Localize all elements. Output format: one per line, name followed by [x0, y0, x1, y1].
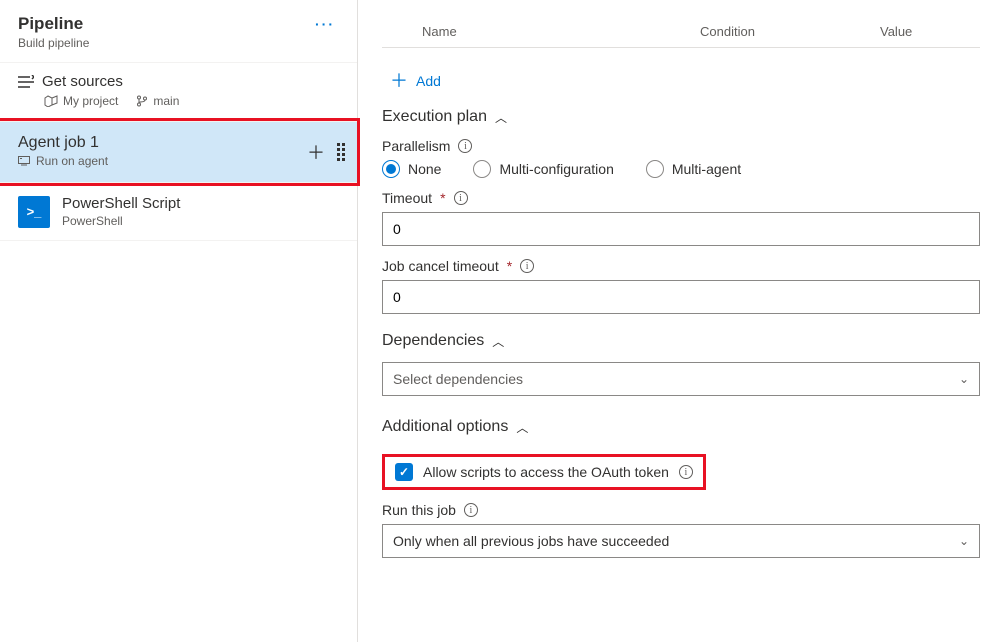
right-panel: Name Condition Value ＋ Add Execution pla…	[358, 0, 1004, 642]
parallelism-radio-group: None Multi-configuration Multi-agent	[382, 160, 980, 178]
task-row-powershell[interactable]: >_ PowerShell Script PowerShell	[0, 183, 357, 241]
branch-name: main	[153, 94, 179, 108]
radio-multi-configuration[interactable]: Multi-configuration	[473, 160, 613, 178]
col-value: Value	[880, 24, 980, 39]
project-name: My project	[63, 94, 118, 108]
get-sources-title: Get sources	[42, 73, 123, 90]
timeout-input[interactable]	[382, 212, 980, 246]
pipeline-title: Pipeline	[18, 14, 89, 34]
agent-job-row[interactable]: Agent job 1 Run on agent ＋	[0, 121, 357, 183]
project-icon	[44, 95, 58, 107]
project-meta: My project	[44, 94, 118, 108]
branch-icon	[136, 95, 148, 107]
radio-none[interactable]: None	[382, 160, 441, 178]
info-icon[interactable]: i	[679, 465, 693, 479]
parallelism-label: Parallelism i	[382, 138, 980, 154]
left-panel: Pipeline Build pipeline ··· Get sources …	[0, 0, 358, 642]
chevron-up-icon: ︿	[516, 419, 528, 436]
pipeline-subtitle: Build pipeline	[18, 36, 89, 50]
execution-plan-header[interactable]: Execution plan ︿	[382, 108, 980, 126]
chevron-up-icon: ︿	[492, 333, 504, 350]
info-icon[interactable]: i	[458, 139, 472, 153]
oauth-label: Allow scripts to access the OAuth token	[423, 464, 669, 480]
add-button[interactable]: ＋ Add	[390, 72, 980, 90]
agent-job-title: Agent job 1	[18, 134, 341, 152]
get-sources-row[interactable]: Get sources My project main	[0, 63, 357, 121]
col-name: Name	[382, 24, 700, 39]
info-icon[interactable]: i	[520, 259, 534, 273]
timeout-label: Timeout* i	[382, 190, 980, 206]
branch-meta: main	[136, 94, 179, 108]
chevron-down-icon: ⌄	[959, 372, 969, 386]
add-task-button[interactable]: ＋	[307, 139, 325, 165]
task-subtitle: PowerShell	[62, 214, 180, 228]
more-button[interactable]: ···	[311, 14, 339, 34]
dependencies-header[interactable]: Dependencies ︿	[382, 332, 980, 350]
dependencies-select[interactable]: Select dependencies ⌄	[382, 362, 980, 396]
run-this-job-label: Run this job i	[382, 502, 980, 518]
job-cancel-timeout-label: Job cancel timeout* i	[382, 258, 980, 274]
chevron-up-icon: ︿	[495, 109, 507, 126]
task-title: PowerShell Script	[62, 195, 180, 212]
drag-handle-icon[interactable]	[337, 143, 345, 161]
job-cancel-timeout-input[interactable]	[382, 280, 980, 314]
oauth-option-row: ✓ Allow scripts to access the OAuth toke…	[382, 454, 706, 490]
plus-icon: ＋	[390, 72, 408, 90]
chevron-down-icon: ⌄	[959, 534, 969, 548]
add-label: Add	[416, 73, 441, 89]
additional-options-header[interactable]: Additional options ︿	[382, 418, 980, 436]
agent-icon	[18, 156, 30, 166]
pipeline-header: Pipeline Build pipeline ···	[0, 0, 357, 63]
info-icon[interactable]: i	[464, 503, 478, 517]
info-icon[interactable]: i	[454, 191, 468, 205]
agent-job-subtitle: Run on agent	[36, 154, 108, 168]
run-this-job-select[interactable]: Only when all previous jobs have succeed…	[382, 524, 980, 558]
col-condition: Condition	[700, 24, 880, 39]
radio-multi-agent[interactable]: Multi-agent	[646, 160, 741, 178]
powershell-icon: >_	[18, 196, 50, 228]
sources-icon	[18, 75, 34, 89]
oauth-checkbox[interactable]: ✓	[395, 463, 413, 481]
variables-header: Name Condition Value	[382, 0, 980, 48]
